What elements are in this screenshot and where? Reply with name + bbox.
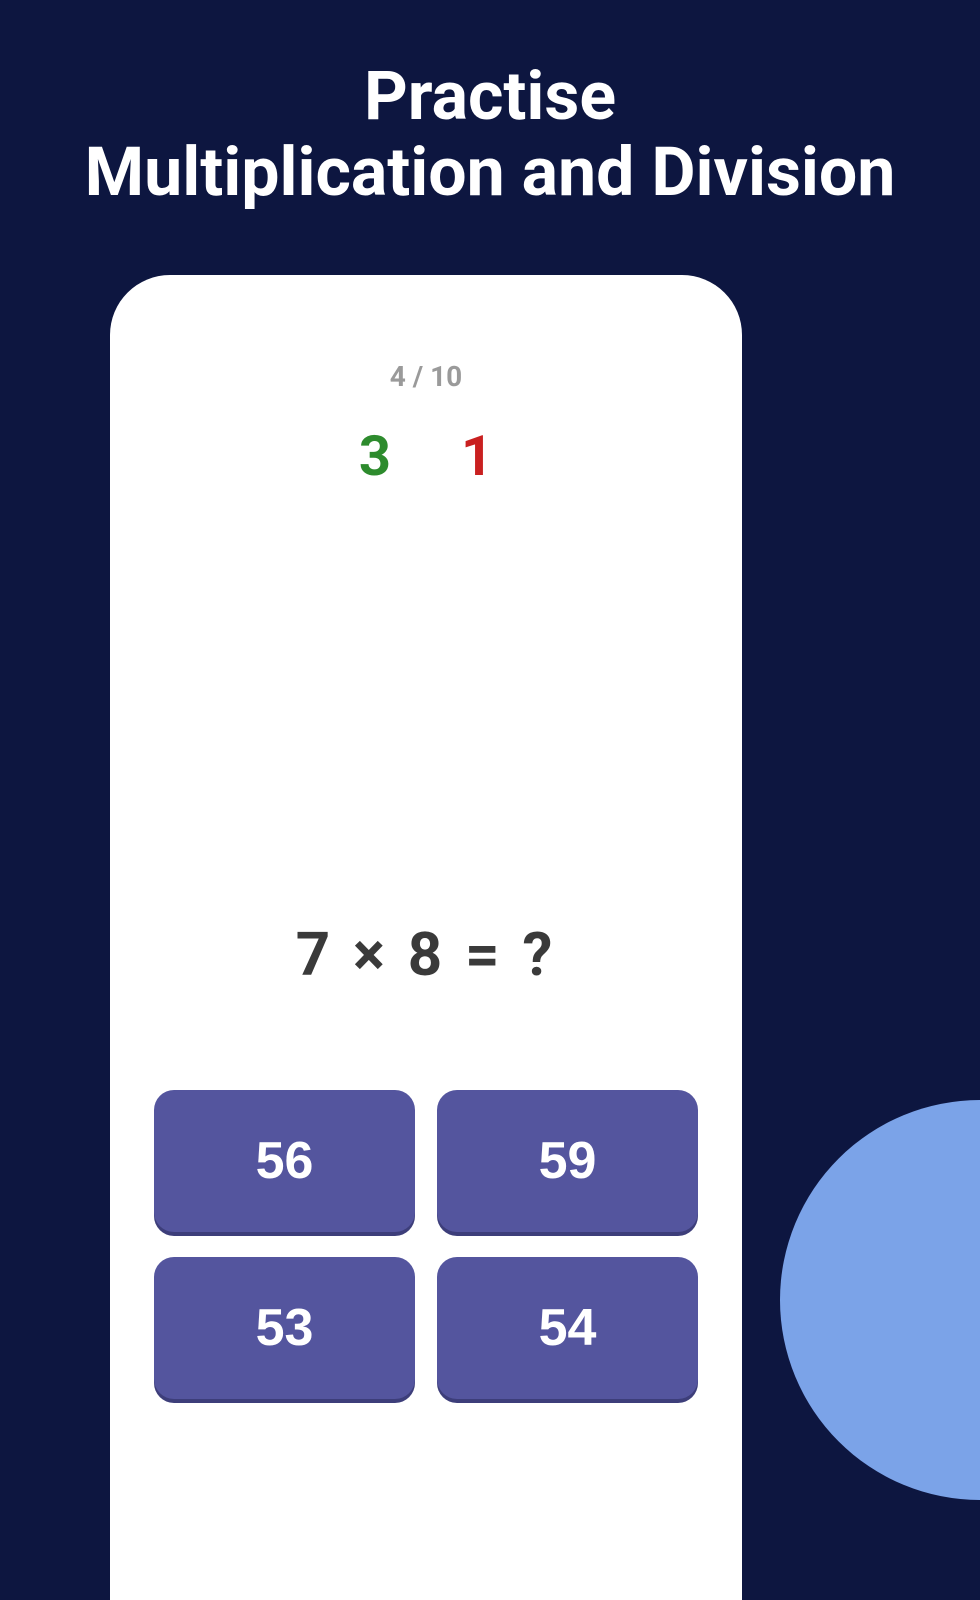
title-line-1: Practise [364, 56, 616, 136]
score-correct: 3 [359, 423, 391, 489]
score-row: 3 1 [150, 423, 702, 489]
answer-button-2[interactable]: 59 [437, 1090, 698, 1232]
progress-counter: 4 / 10 [150, 360, 702, 393]
answer-button-1[interactable]: 56 [154, 1090, 415, 1232]
page-title: Practise Multiplication and Division [0, 0, 980, 210]
question-text: 7 × 8 = ? [150, 919, 702, 990]
score-incorrect: 1 [461, 423, 493, 489]
decorative-circle [780, 1100, 980, 1500]
answers-grid: 56 59 53 54 [150, 1090, 702, 1399]
answer-button-4[interactable]: 54 [437, 1257, 698, 1399]
answer-button-3[interactable]: 53 [154, 1257, 415, 1399]
title-line-2: Multiplication and Division [85, 132, 896, 212]
phone-frame: 4 / 10 3 1 7 × 8 = ? 56 59 53 54 [110, 275, 742, 1600]
